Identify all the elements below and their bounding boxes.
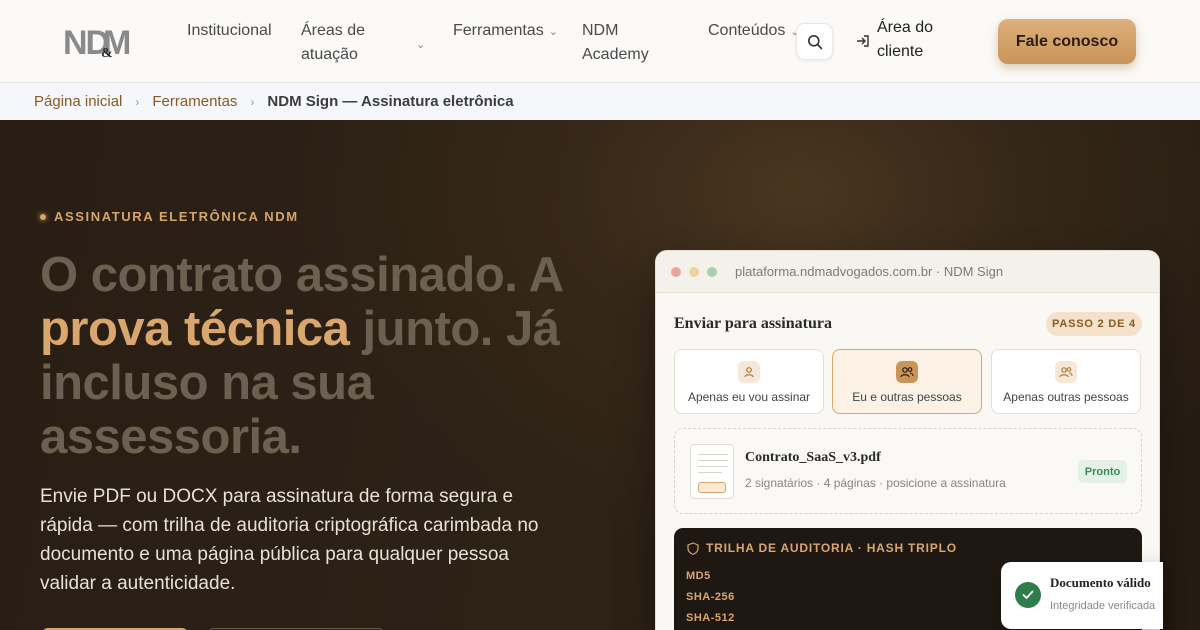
ndm-logo[interactable]: ND M & <box>63 24 141 58</box>
hero-headline: O contrato assinado. A prova técnica jun… <box>40 248 600 464</box>
dot-icon <box>40 213 46 220</box>
mock-window-bar: plataforma.ndmadvogados.com.br · NDM Sig… <box>656 251 1159 293</box>
hero-eyebrow: ASSINATURA ELETRÔNICA NDM <box>40 209 299 224</box>
hero-section: ASSINATURA ELETRÔNICA NDM O contrato ass… <box>0 120 1200 630</box>
chevron-right-icon: › <box>135 94 140 109</box>
option-only-me[interactable]: Apenas eu vou assinar <box>674 349 824 414</box>
users-icon <box>1055 361 1077 383</box>
document-card[interactable]: Contrato_SaaS_v3.pdf 2 signatários · 4 p… <box>674 428 1142 514</box>
breadcrumb-current: NDM Sign — Assinatura eletrônica <box>267 93 514 110</box>
document-thumbnail-icon <box>690 444 734 499</box>
client-area-label-line2: cliente <box>877 43 924 60</box>
client-area-label-line1: Área do <box>877 19 934 36</box>
hash-md5: MD5 <box>686 570 711 582</box>
mock-url: plataforma.ndmadvogados.com.br · NDM Sig… <box>735 264 1004 279</box>
contact-button[interactable]: Fale conosco <box>998 19 1136 64</box>
nav-institucional[interactable]: Institucional <box>187 19 272 43</box>
toast-title: Documento válido <box>1050 575 1151 590</box>
breadcrumb: Página inicial › Ferramentas › NDM Sign … <box>0 83 1200 120</box>
nav-areas-label-line2: atuação <box>301 46 358 63</box>
hero-eyebrow-label: ASSINATURA ELETRÔNICA NDM <box>54 209 299 224</box>
document-status-badge: Pronto <box>1078 460 1127 483</box>
step-badge: PASSO 2 DE 4 <box>1046 312 1142 336</box>
sign-in-icon <box>857 35 869 47</box>
document-name: Contrato_SaaS_v3.pdf <box>745 450 881 465</box>
nav-areas-label-line1: Áreas de <box>301 22 366 39</box>
audit-title: TRILHA DE AUDITORIA · HASH TRIPLO <box>687 541 957 555</box>
hash-sha256: SHA-256 <box>686 591 735 603</box>
headline-part1: O contrato assinado. A <box>40 248 562 302</box>
signature-placeholder-icon <box>698 482 726 493</box>
document-meta: 2 signatários · 4 páginas · posicione a … <box>745 476 1006 490</box>
headline-accent: prova técnica <box>40 302 350 356</box>
chevron-down-icon: ⌄ <box>548 26 558 38</box>
nav-ndm-academy[interactable]: NDM Academy <box>582 19 649 67</box>
site-header: ND M & Institucional Áreas de atuação ⌄ … <box>0 0 1200 83</box>
chevron-down-icon: ⌄ <box>416 39 426 51</box>
nav-academy-label-line2: Academy <box>582 46 649 63</box>
validation-toast: Documento válido Integridade verificada <box>1001 562 1163 629</box>
audit-title-label: TRILHA DE AUDITORIA · HASH TRIPLO <box>706 541 957 555</box>
shield-icon <box>687 541 699 555</box>
hero-lead: Envie PDF ou DOCX para assinatura de for… <box>40 486 539 594</box>
svg-text:&: & <box>101 46 113 58</box>
chevron-right-icon: › <box>250 94 255 109</box>
option-only-others[interactable]: Apenas outras pessoas <box>991 349 1141 414</box>
client-area-link[interactable]: Área do cliente <box>856 16 941 64</box>
user-icon <box>738 361 760 383</box>
users-icon <box>896 361 918 383</box>
nav-areas-de-atuacao[interactable]: Áreas de atuação <box>301 19 365 67</box>
nav-academy-label-line1: NDM <box>582 22 619 39</box>
window-close-dot <box>671 266 681 277</box>
option-only-me-label: Apenas eu vou assinar <box>687 390 811 404</box>
window-maximize-dot <box>707 266 717 277</box>
nav-institucional-label: Institucional <box>187 22 272 39</box>
option-me-and-others-label: Eu e outras pessoas <box>852 390 962 404</box>
hash-sha512: SHA-512 <box>686 612 735 624</box>
breadcrumb-home[interactable]: Página inicial <box>34 93 122 110</box>
nav-ferramentas[interactable]: Ferramentas ⌄ <box>453 19 558 44</box>
search-icon <box>807 34 822 49</box>
breadcrumb-tools[interactable]: Ferramentas <box>152 93 237 110</box>
nav-conteudos-label: Conteúdos <box>708 22 786 39</box>
option-me-and-others[interactable]: Eu e outras pessoas <box>832 349 982 414</box>
toast-subtitle: Integridade verificada <box>1050 600 1156 612</box>
option-only-others-label: Apenas outras pessoas <box>1003 390 1129 404</box>
window-minimize-dot <box>689 266 699 277</box>
check-icon <box>1015 582 1041 608</box>
nav-conteudos[interactable]: Conteúdos ⌄ <box>708 19 800 44</box>
search-button[interactable] <box>796 23 833 60</box>
mock-title: Enviar para assinatura <box>674 315 832 332</box>
nav-ferramentas-label: Ferramentas <box>453 22 544 39</box>
